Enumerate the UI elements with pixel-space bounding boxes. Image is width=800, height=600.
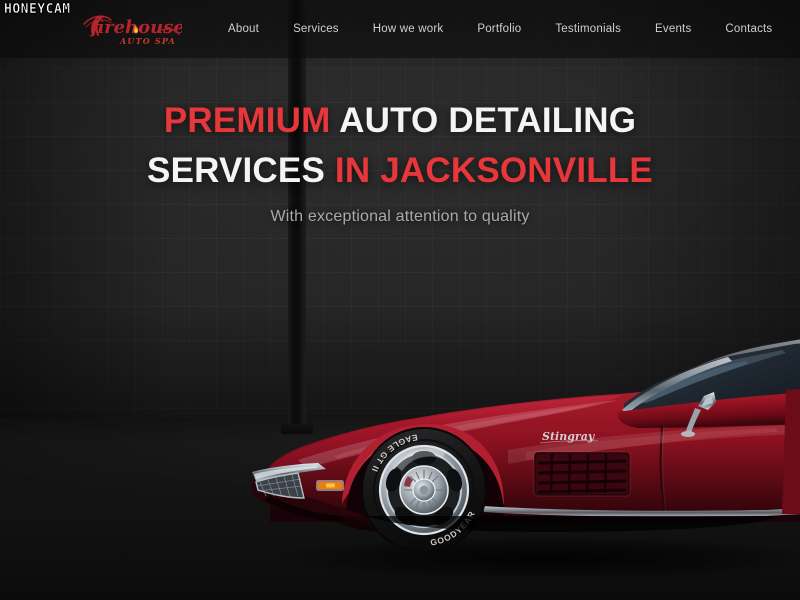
main-navigation: About Services How we work Portfolio Tes… xyxy=(228,0,772,58)
hero-subtitle: With exceptional attention to quality xyxy=(270,208,530,225)
corvette-stingray-image: Stingray EAGLE GT II GOODY R xyxy=(246,300,800,600)
firehouse-logo-icon: firehouse AUTO SPA xyxy=(83,15,182,46)
hero-line2-plain: SERVICES xyxy=(147,151,325,190)
svg-text:AUTO SPA: AUTO SPA xyxy=(119,36,176,46)
nav-item-how-we-work[interactable]: How we work xyxy=(373,17,444,41)
hero-section: HONEYCAM firehouse AUTO SPA Abou xyxy=(0,0,800,600)
hero-content: PREMIUM AUTO DETAILING SERVICES IN JACKS… xyxy=(0,96,800,226)
site-header: firehouse AUTO SPA About Services How we… xyxy=(0,0,800,58)
car-side-marker-light xyxy=(316,480,344,491)
car-ground-shadow xyxy=(276,536,800,580)
nav-item-about[interactable]: About xyxy=(228,17,259,41)
car-fender-vents xyxy=(533,451,631,497)
honeycam-watermark: HONEYCAM xyxy=(4,2,71,18)
car-stingray-badge: Stingray xyxy=(539,430,599,444)
hero-line1-accent: PREMIUM xyxy=(163,101,331,140)
nav-item-testimonials[interactable]: Testimonials xyxy=(555,17,621,41)
nav-item-contacts[interactable]: Contacts xyxy=(725,17,772,41)
nav-item-portfolio[interactable]: Portfolio xyxy=(477,17,521,41)
hero-heading: PREMIUM AUTO DETAILING SERVICES IN JACKS… xyxy=(0,96,800,196)
hero-line1-plain: AUTO DETAILING xyxy=(330,101,637,140)
brand-logo[interactable]: firehouse AUTO SPA xyxy=(78,8,182,48)
hero-line2-accent: IN JACKSONVILLE xyxy=(325,151,653,190)
nav-item-services[interactable]: Services xyxy=(293,17,339,41)
sports-car-illustration: Stingray EAGLE GT II GOODY R xyxy=(251,338,800,580)
car-front-wheel: EAGLE GT II GOODYEAR xyxy=(361,427,487,553)
nav-item-events[interactable]: Events xyxy=(655,17,691,41)
